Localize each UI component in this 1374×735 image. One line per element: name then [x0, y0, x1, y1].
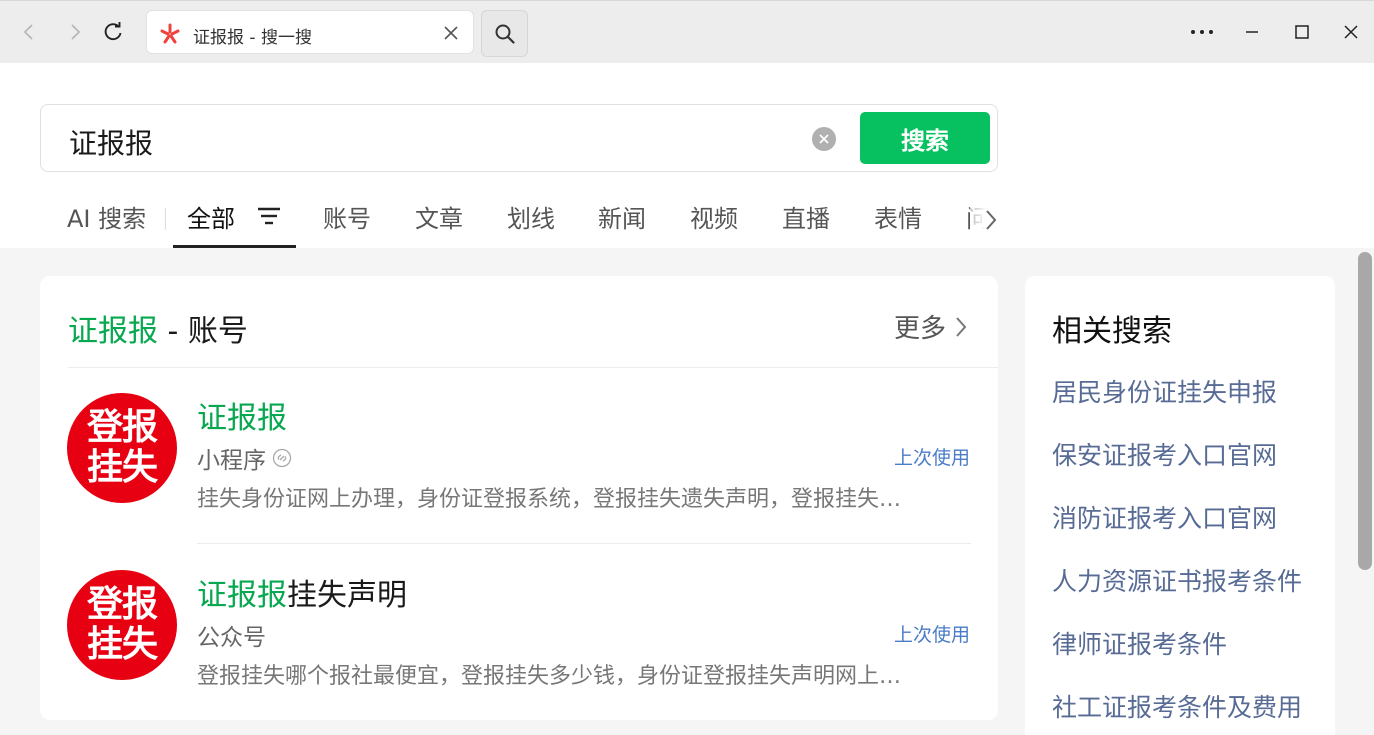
- related-searches-card: 相关搜索 居民身份证挂失申报 保安证报考入口官网 消防证报考入口官网 人力资源证…: [1025, 276, 1335, 735]
- last-used-label: 上次使用: [893, 624, 970, 646]
- tabs-scroll-right-button[interactable]: [970, 204, 1012, 236]
- more-menu-button[interactable]: [1188, 17, 1216, 47]
- related-searches-title: 相关搜索: [1052, 314, 1172, 349]
- close-icon: [1344, 25, 1358, 39]
- clear-search-button[interactable]: [812, 127, 836, 151]
- list-item[interactable]: 登报 挂失 证报报 小程序 上次使用 挂失身份证网上办理，身份证登报系统，登报挂…: [40, 393, 998, 533]
- forward-button[interactable]: [58, 15, 92, 49]
- result-tabs: AI 搜索 全部 账号 文章 划线 新闻 视频 直播 表情 问: [0, 183, 1012, 248]
- item-description: 登报挂失哪个报社最便宜，登报挂失多少钱，身份证登报挂失声明网上…: [197, 664, 902, 689]
- item-title[interactable]: 证报报: [197, 393, 287, 437]
- filter-icon[interactable]: [256, 205, 282, 227]
- maximize-button[interactable]: [1288, 17, 1316, 47]
- search-bar: 证报报 搜索: [40, 104, 998, 172]
- accounts-card: 证报报 - 账号 更多 登报 挂失 证报报 小程序 上次使用 挂失身份证网上办理…: [40, 276, 998, 720]
- related-search-link[interactable]: 人力资源证书报考条件: [1052, 562, 1302, 598]
- tab-live[interactable]: 直播: [782, 199, 830, 234]
- chevron-right-icon: [986, 210, 997, 230]
- tab-search-button[interactable]: [481, 10, 528, 57]
- close-icon[interactable]: [441, 23, 461, 43]
- tab-all[interactable]: 全部: [187, 199, 235, 234]
- minimize-button[interactable]: [1238, 17, 1266, 47]
- item-type: 公众号: [197, 625, 266, 651]
- active-tab-indicator: [173, 245, 296, 248]
- refresh-icon: [104, 22, 122, 41]
- scrollbar-thumb[interactable]: [1358, 252, 1372, 570]
- chevron-right-icon: [956, 316, 967, 337]
- related-search-link[interactable]: 居民身份证挂失申报: [1052, 373, 1277, 409]
- tab-news[interactable]: 新闻: [598, 199, 646, 234]
- item-description: 挂失身份证网上办理，身份证登报系统，登报挂失遗失声明，登报挂失…: [197, 487, 902, 512]
- divider: [68, 367, 998, 368]
- related-search-link[interactable]: 消防证报考入口官网: [1052, 499, 1277, 535]
- tab-videos[interactable]: 视频: [690, 199, 738, 234]
- browser-tab[interactable]: 证报报 - 搜一搜: [146, 10, 474, 54]
- tab-ai-search[interactable]: AI 搜索: [67, 199, 146, 234]
- souyisou-logo-icon: [160, 23, 180, 44]
- back-button[interactable]: [12, 15, 46, 49]
- related-search-link[interactable]: 保安证报考入口官网: [1052, 436, 1277, 472]
- related-search-link[interactable]: 律师证报考条件: [1052, 625, 1227, 661]
- search-button[interactable]: 搜索: [860, 112, 990, 164]
- search-icon: [495, 24, 515, 44]
- tab-accounts[interactable]: 账号: [323, 199, 371, 234]
- item-type: 小程序: [197, 441, 292, 475]
- refresh-button[interactable]: [96, 15, 130, 49]
- search-input[interactable]: 证报报: [69, 122, 153, 162]
- list-item[interactable]: 登报 挂失 证报报挂失声明 公众号 上次使用 登报挂失哪个报社最便宜，登报挂失多…: [40, 570, 998, 710]
- last-used-label: 上次使用: [893, 447, 970, 469]
- avatar: 登报 挂失: [67, 393, 177, 503]
- tab-title: 证报报 - 搜一搜: [193, 28, 312, 48]
- browser-titlebar: 证报报 - 搜一搜: [0, 0, 1374, 63]
- more-link[interactable]: 更多: [894, 308, 968, 345]
- related-search-link[interactable]: 社工证报考条件及费用: [1052, 688, 1302, 724]
- clear-icon: [819, 134, 829, 144]
- search-header: 证报报 搜索 AI 搜索 全部 账号 文章 划线 新闻 视频 直播 表情 问: [0, 63, 1374, 248]
- divider: [197, 543, 971, 544]
- avatar: 登报 挂失: [67, 570, 177, 680]
- link-icon: [272, 448, 292, 468]
- close-window-button[interactable]: [1337, 17, 1365, 47]
- tab-divider: [165, 208, 166, 230]
- card-title: 证报报 - 账号: [68, 314, 248, 349]
- minimize-icon: [1246, 31, 1258, 33]
- maximize-icon: [1295, 25, 1309, 39]
- tab-articles[interactable]: 文章: [415, 199, 463, 234]
- tab-stickers[interactable]: 表情: [874, 199, 922, 234]
- more-label: 更多: [893, 314, 946, 344]
- chevron-right-icon: [71, 24, 81, 40]
- tab-highlights[interactable]: 划线: [507, 199, 555, 234]
- chevron-left-icon: [23, 24, 33, 40]
- item-title[interactable]: 证报报挂失声明: [197, 570, 407, 614]
- more-dots-icon: [1191, 30, 1213, 34]
